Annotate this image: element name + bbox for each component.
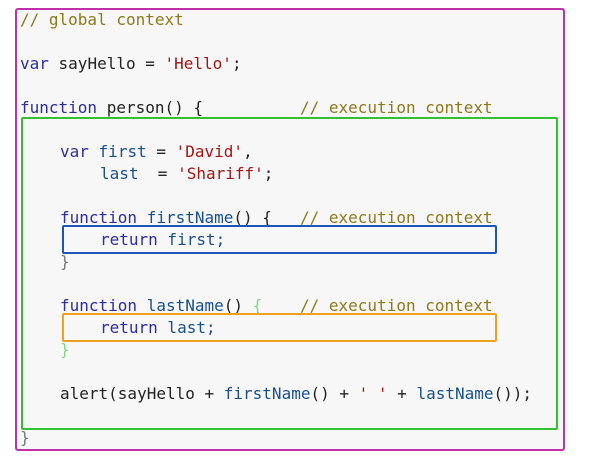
- lastname-context-box: [62, 313, 497, 342]
- firstname-context-box: [62, 225, 497, 254]
- person-context-box: [21, 117, 558, 430]
